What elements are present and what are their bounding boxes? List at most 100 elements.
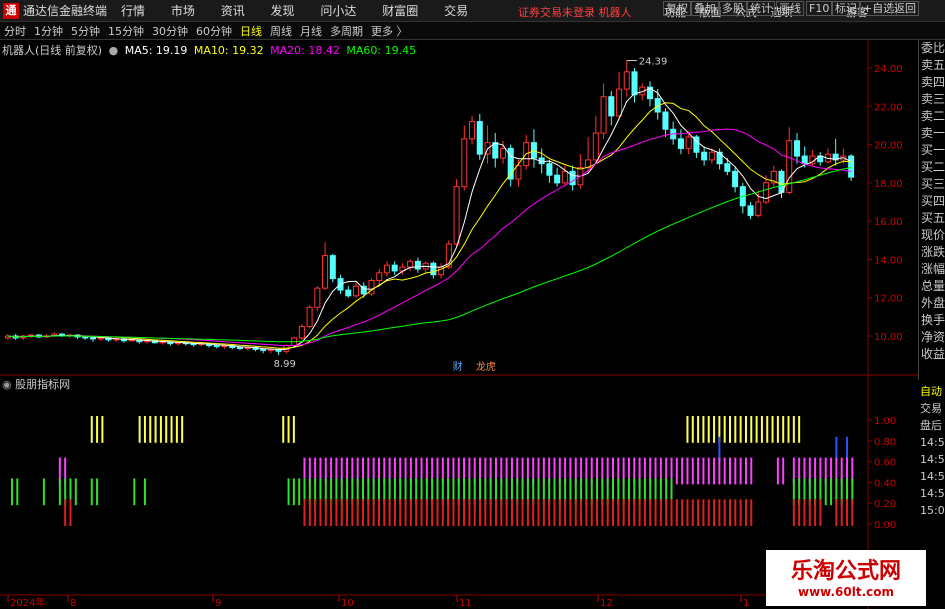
candle-body-27 <box>213 345 220 348</box>
candle-body-85 <box>662 111 669 130</box>
menu-jiaoyi[interactable]: 交易 <box>444 4 468 18</box>
candle-body-73 <box>569 170 576 186</box>
quote-row-14: 总量 <box>921 279 945 293</box>
candle-body-80 <box>623 71 630 90</box>
period-tab-7[interactable]: 周线 <box>270 23 292 39</box>
quote-row-3: 卖三 <box>921 92 945 106</box>
huaxian-button[interactable]: 画线 <box>776 1 804 16</box>
candle-body-45 <box>352 285 360 297</box>
duogu-button[interactable]: 多股 <box>719 1 747 16</box>
price-label-2: 20.00 <box>874 141 903 152</box>
period-tab-6[interactable]: 日线 <box>240 23 262 39</box>
x-label-4: 11 <box>459 598 472 609</box>
quote-row-12: 涨跌 <box>921 245 945 259</box>
candle-body-88 <box>685 136 692 149</box>
candle-body-44 <box>345 289 352 297</box>
trade-row-1: 交易 <box>920 402 942 415</box>
watermark: 乐淘公式网 www.60lt.com <box>766 550 926 606</box>
candle-body-77 <box>600 96 607 134</box>
candle-body-42 <box>329 255 336 280</box>
ma10-line <box>7 102 852 349</box>
candle-body-41 <box>322 255 329 289</box>
menu-caifuquan[interactable]: 财富圈 <box>382 4 418 18</box>
candle-body-93 <box>724 163 731 172</box>
ma20-line <box>7 128 852 347</box>
fanhui-button[interactable]: 返回 <box>891 1 919 16</box>
x-label-6: 1 <box>743 598 749 609</box>
price-label-7: 10.00 <box>874 332 903 343</box>
watermark-title: 乐淘公式网 <box>790 559 901 584</box>
ind-label-3: 0.40 <box>874 478 896 489</box>
period-tab-9[interactable]: 多周期 <box>330 23 363 39</box>
quote-row-5: 卖一 <box>921 126 945 140</box>
watermark-url: www.60lt.com <box>797 585 895 599</box>
candle-body-52 <box>407 260 414 268</box>
candle-body-72 <box>561 170 568 184</box>
period-tab-5[interactable]: 60分钟 <box>196 23 232 39</box>
candle-body-90 <box>701 151 708 161</box>
period-toolbar: 分时 1分钟 5分钟 15分钟 30分钟 60分钟 日线 周线 月线 多周期 更多 〉 <box>0 22 945 40</box>
candle-body-98 <box>763 182 770 203</box>
candle-body-12 <box>97 337 104 340</box>
menu-faxian[interactable]: 发现 <box>271 4 295 18</box>
ind-label-4: 0.20 <box>874 499 896 510</box>
quote-row-18: 收益 <box>921 347 945 361</box>
tongji-button[interactable]: 统计 <box>747 1 775 16</box>
quote-row-1: 卖五 <box>921 58 945 72</box>
period-tab-10[interactable]: 更多 〉 <box>371 23 408 39</box>
trade-row-7: 15:00 <box>920 504 945 517</box>
ind-label-5: 0.00 <box>874 520 896 531</box>
quote-row-15: 外盘 <box>921 296 945 310</box>
high-price-label: 24.39 <box>639 57 668 68</box>
candle-body-66 <box>515 165 522 180</box>
f10-button[interactable]: F10 <box>806 1 833 16</box>
period-tab-4[interactable]: 30分钟 <box>152 23 188 39</box>
fuquan-button[interactable]: 复权 <box>663 1 691 16</box>
biaoji-button[interactable]: 标记 <box>832 1 860 16</box>
menu-shichang[interactable]: 市场 <box>171 4 195 18</box>
period-tab-3[interactable]: 15分钟 <box>108 23 144 39</box>
event-cai-icon: 财 <box>453 360 463 373</box>
candle-body-55 <box>430 262 437 276</box>
ind-label-0: 1.00 <box>874 416 896 427</box>
candle-body-91 <box>708 151 715 161</box>
period-tab-1[interactable]: 1分钟 <box>34 23 63 39</box>
period-tab-0[interactable]: 分时 <box>4 23 26 39</box>
main-menu: 行情 市场 资讯 发现 问小达 财富圈 交易 <box>121 2 490 19</box>
period-tab-8[interactable]: 月线 <box>300 23 322 39</box>
trade-row-6: 14:57 <box>920 487 945 500</box>
trade-row-5: 14:56 <box>920 470 945 483</box>
quote-row-16: 换手 <box>921 313 945 327</box>
candle-body-59 <box>461 138 468 188</box>
candle-body-94 <box>732 170 739 188</box>
price-label-5: 14.00 <box>874 255 903 266</box>
quote-row-9: 买四 <box>921 194 945 208</box>
trade-row-3: 14:56 <box>920 436 945 449</box>
price-label-3: 18.00 <box>874 179 903 190</box>
x-label-2: 9 <box>215 598 221 609</box>
candle-body-10 <box>82 336 89 339</box>
menu-zixun[interactable]: 资讯 <box>221 4 245 18</box>
period-tab-2[interactable]: 5分钟 <box>71 23 100 39</box>
quote-row-2: 卖四 <box>921 75 945 89</box>
menu-wenxiaoda[interactable]: 问小达 <box>320 4 356 18</box>
candle-body-64 <box>499 147 507 159</box>
menu-hangqing[interactable]: 行情 <box>121 4 145 18</box>
candle-body-49 <box>383 264 390 274</box>
login-warning[interactable]: 证券交易未登录 机器人 <box>518 4 632 20</box>
price-label-1: 22.00 <box>874 102 903 113</box>
quote-row-17: 净资 <box>921 330 945 344</box>
candle-body-78 <box>608 96 615 117</box>
indicator-settings-icon[interactable]: ◉ <box>2 378 12 391</box>
app-name: 通达信金融终端 <box>23 4 108 18</box>
candle-body-68 <box>530 142 537 159</box>
candle-body-97 <box>755 201 762 216</box>
diejia-button[interactable]: 叠加 <box>691 1 719 16</box>
quote-row-8: 买三 <box>921 177 945 191</box>
kline-chart[interactable]: 24.0022.0020.0018.0016.0014.0012.0010.00… <box>0 40 918 609</box>
quote-row-13: 涨幅 <box>921 262 945 276</box>
candle-body-87 <box>677 138 684 149</box>
candle-body-103 <box>801 155 808 165</box>
price-label-0: 24.00 <box>874 64 903 75</box>
trade-row-0: 自动 <box>920 385 942 398</box>
